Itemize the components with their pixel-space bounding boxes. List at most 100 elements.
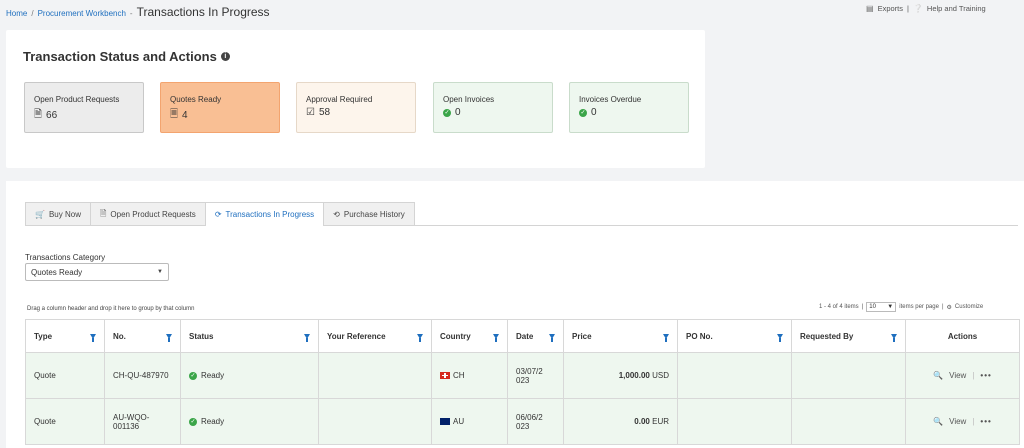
tile-quotes-ready[interactable]: Quotes Ready 🗏 4	[160, 82, 280, 133]
group-drop-hint[interactable]: Drag a column header and drop it here to…	[27, 306, 194, 312]
breadcrumb-home-link[interactable]: Home	[6, 9, 27, 18]
tab-purchase-history[interactable]: ⟲ Purchase History	[323, 202, 415, 226]
view-icon[interactable]: 🔍	[933, 371, 943, 380]
tab-label: Transactions In Progress	[225, 210, 315, 219]
cell-requested-by	[791, 398, 906, 445]
cell-country: CH	[431, 352, 508, 399]
column-header-label: Requested By	[800, 331, 854, 341]
category-select[interactable]: Quotes Ready ▼	[25, 263, 169, 281]
customize-link[interactable]: Customize	[955, 304, 983, 310]
gear-icon[interactable]: ⚙	[947, 304, 952, 311]
filter-icon[interactable]	[417, 333, 423, 342]
page-title: Transactions In Progress	[136, 5, 270, 19]
status-panel: Transaction Status and Actions i Open Pr…	[6, 30, 705, 168]
tab-open-product-requests[interactable]: 🗎 Open Product Requests	[89, 202, 206, 226]
check-circle-icon: ✓	[189, 371, 197, 380]
view-icon[interactable]: 🔍	[933, 417, 943, 426]
filter-icon[interactable]	[549, 333, 555, 342]
check-circle-icon: ✓	[189, 417, 197, 426]
cell-po	[677, 398, 792, 445]
tile-open-invoices[interactable]: Open Invoices ✓ 0	[433, 82, 553, 133]
column-header-price[interactable]: Price	[563, 319, 678, 353]
column-header-label: Date	[516, 331, 534, 341]
date-line: 023	[516, 375, 530, 385]
price-currency: EUR	[652, 417, 669, 426]
tile-open-product-requests[interactable]: Open Product Requests 🗎 66	[24, 82, 144, 133]
column-header-label: PO No.	[686, 331, 713, 341]
table-row[interactable]: Quote CH-QU-487970 ✓ Ready CH 03/07/2 023 …	[25, 352, 1020, 399]
status-text: Ready	[201, 371, 225, 380]
filter-icon[interactable]	[90, 333, 96, 342]
more-options-icon[interactable]: •••	[980, 417, 991, 426]
country-code: CH	[453, 371, 465, 380]
tile-label: Approval Required	[306, 95, 373, 104]
exports-link[interactable]: Exports	[878, 4, 903, 13]
document-icon: 🗏	[170, 109, 179, 120]
help-link[interactable]: Help and Training	[927, 4, 986, 13]
tile-invoices-overdue[interactable]: Invoices Overdue ✓ 0	[569, 82, 689, 133]
table-header-row: Type No. Status Your Reference Country D…	[25, 319, 1020, 353]
price-currency: USD	[652, 371, 669, 380]
cell-price: 1,000.00 USD	[563, 352, 678, 399]
tile-label: Open Product Requests	[34, 95, 120, 104]
column-header-actions: Actions	[905, 319, 1020, 353]
column-header-label: No.	[113, 331, 126, 341]
breadcrumb-dash: -	[129, 9, 133, 18]
tile-approval-required[interactable]: Approval Required ☑ 58	[296, 82, 416, 133]
filter-icon[interactable]	[663, 333, 669, 342]
page-size-select[interactable]: 10 ▼	[866, 302, 897, 312]
column-header-label: Country	[440, 331, 471, 341]
breadcrumb-workbench-link[interactable]: Procurement Workbench	[38, 9, 126, 18]
tab-label: Open Product Requests	[110, 210, 196, 219]
column-header-requested-by[interactable]: Requested By	[791, 319, 906, 353]
table-row[interactable]: Quote AU-WQO- 001136 ✓ Ready AU 06/06/2 023…	[25, 398, 1020, 445]
tile-value: 0	[591, 107, 597, 118]
breadcrumb-separator: /	[31, 9, 34, 18]
price-amount: 0.00	[634, 417, 650, 426]
transactions-panel: 🛒 Buy Now 🗎 Open Product Requests ⟳ Tran…	[6, 181, 1024, 448]
tile-label: Open Invoices	[443, 95, 495, 104]
tab-label: Purchase History	[343, 210, 405, 219]
cell-type: Quote	[25, 352, 105, 399]
per-page-text: items per page	[899, 304, 939, 310]
more-options-icon[interactable]: •••	[980, 371, 991, 380]
tile-label: Invoices Overdue	[579, 95, 642, 104]
top-links: ▤ Exports | ❔ Help and Training	[866, 4, 986, 13]
column-header-no[interactable]: No.	[104, 319, 181, 353]
filter-icon[interactable]	[304, 333, 310, 342]
column-header-type[interactable]: Type	[25, 319, 105, 353]
cell-country: AU	[431, 398, 508, 445]
column-header-date[interactable]: Date	[507, 319, 564, 353]
filter-icon[interactable]	[493, 333, 499, 342]
tab-transactions-in-progress[interactable]: ⟳ Transactions In Progress	[204, 202, 325, 226]
no-line: 001136	[113, 421, 140, 431]
status-panel-title-text: Transaction Status and Actions	[23, 49, 217, 64]
info-icon[interactable]: i	[220, 52, 230, 61]
tab-bar: 🛒 Buy Now 🗎 Open Product Requests ⟳ Tran…	[25, 202, 415, 226]
cell-no: AU-WQO- 001136	[104, 398, 181, 445]
column-header-status[interactable]: Status	[180, 319, 319, 353]
filter-icon[interactable]	[166, 333, 172, 342]
date-line: 023	[516, 421, 530, 431]
check-circle-icon: ✓	[443, 108, 451, 117]
view-link[interactable]: View	[949, 417, 966, 426]
column-header-your-reference[interactable]: Your Reference	[318, 319, 432, 353]
pager: 1 - 4 of 4 items | 10 ▼ items per page |…	[819, 302, 983, 312]
filter-icon[interactable]	[891, 333, 897, 342]
column-header-country[interactable]: Country	[431, 319, 508, 353]
view-link[interactable]: View	[949, 371, 966, 380]
actions-divider: |	[972, 417, 975, 426]
check-circle-icon: ✓	[579, 108, 587, 117]
filter-icon[interactable]	[777, 333, 783, 342]
column-header-po-no[interactable]: PO No.	[677, 319, 792, 353]
cell-status: ✓ Ready	[180, 398, 319, 445]
tab-divider	[25, 225, 1018, 226]
tab-buy-now[interactable]: 🛒 Buy Now	[25, 202, 91, 226]
status-panel-title: Transaction Status and Actions i	[23, 49, 230, 64]
export-icon: ▤	[866, 4, 874, 13]
history-icon: ⟲	[333, 210, 340, 219]
swiss-flag-icon	[440, 372, 450, 380]
cell-status: ✓ Ready	[180, 352, 319, 399]
chevron-down-icon: ▼	[887, 304, 894, 310]
cell-actions: 🔍 View | •••	[905, 352, 1020, 399]
